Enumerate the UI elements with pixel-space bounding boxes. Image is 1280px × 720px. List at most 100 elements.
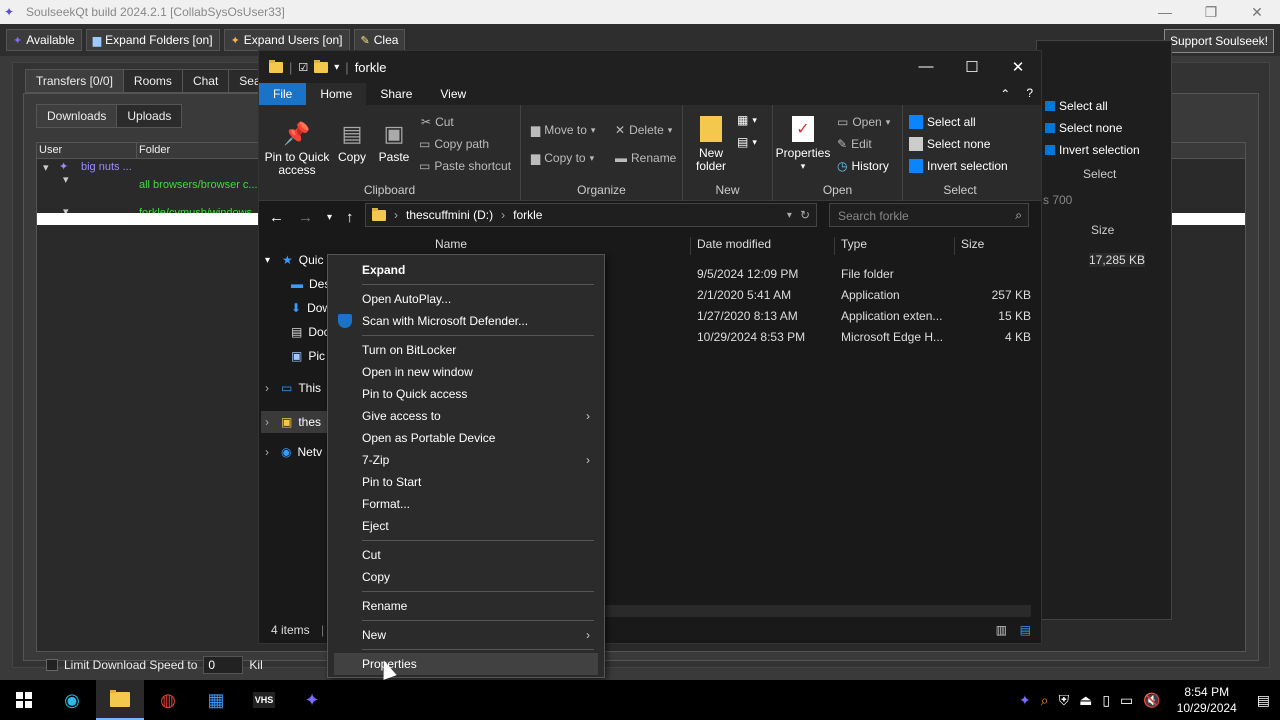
refresh-icon[interactable]: ↻ xyxy=(800,208,810,222)
nav-downloads[interactable]: ⬇ Dow xyxy=(291,301,331,315)
taskbar-soulseek[interactable]: ✦ xyxy=(288,680,336,720)
select-all-button[interactable]: Select all xyxy=(1045,99,1108,113)
background-search-box[interactable]: s 700 xyxy=(1043,193,1072,207)
chevron-down-icon[interactable]: ▾ xyxy=(334,62,339,73)
column-date-modified[interactable]: Date modified xyxy=(691,237,835,255)
clear-button[interactable]: ✎ Clea xyxy=(353,29,406,51)
menu-item-portable-device[interactable]: Open as Portable Device xyxy=(334,427,598,449)
taskbar-edge[interactable]: ◉ xyxy=(48,680,96,720)
edit-button[interactable]: ✎ Edit xyxy=(837,137,872,151)
expand-arrow-icon[interactable]: ▾ xyxy=(43,161,49,174)
close-icon[interactable]: ✕ xyxy=(1234,4,1280,21)
forward-arrow-icon[interactable]: → xyxy=(298,209,313,226)
notifications-icon[interactable]: ▤ xyxy=(1257,692,1270,709)
new-folder-icon[interactable] xyxy=(314,59,329,73)
menu-item-pin-quick-access[interactable]: Pin to Quick access xyxy=(334,383,598,405)
tab-chat[interactable]: Chat xyxy=(181,69,230,93)
breadcrumb-folder[interactable]: forkle xyxy=(513,208,542,222)
soulseek-tray-icon[interactable]: ✦ xyxy=(1019,692,1031,709)
menu-item-eject[interactable]: Eject xyxy=(334,515,598,537)
chevron-down-icon[interactable]: ▾ xyxy=(265,255,270,266)
battery-icon[interactable]: ▯ xyxy=(1102,692,1110,709)
chevron-right-icon[interactable]: › xyxy=(265,415,269,429)
chevron-down-icon[interactable]: ▾ xyxy=(787,210,792,221)
move-to-button[interactable]: ▆ Move to ▾ xyxy=(531,123,595,137)
menu-item-cut[interactable]: Cut xyxy=(334,544,598,566)
menu-item-pin-start[interactable]: Pin to Start xyxy=(334,471,598,493)
rename-button[interactable]: ▬ Rename xyxy=(615,151,676,165)
chevron-up-icon[interactable]: ⌃ xyxy=(992,83,1018,105)
maximize-icon[interactable]: ☐ xyxy=(949,58,995,76)
delete-button[interactable]: ✕ Delete ▾ xyxy=(615,123,672,137)
menu-item-give-access[interactable]: Give access to › xyxy=(334,405,598,427)
column-name[interactable]: Name xyxy=(419,237,691,255)
tab-downloads[interactable]: Downloads xyxy=(36,104,118,128)
paste-button[interactable]: ▣ Paste xyxy=(377,119,411,164)
search-input[interactable]: Search forkle ⌕ xyxy=(829,203,1029,227)
tab-rooms[interactable]: Rooms xyxy=(122,69,183,93)
menu-item-format[interactable]: Format... xyxy=(334,493,598,515)
nav-documents[interactable]: ▤ Doc xyxy=(291,325,330,339)
nav-desktop[interactable]: ▬ Des xyxy=(291,277,330,291)
chevron-right-icon[interactable]: › xyxy=(394,208,398,222)
usb-tray-icon[interactable]: ⏏ xyxy=(1079,692,1092,709)
close-icon[interactable]: ✕ xyxy=(995,58,1041,76)
minimize-icon[interactable]: — xyxy=(903,58,949,76)
speed-input[interactable] xyxy=(203,656,244,674)
paste-shortcut-button[interactable]: ▭ Paste shortcut xyxy=(419,159,511,173)
up-arrow-icon[interactable]: ↑ xyxy=(346,209,354,226)
column-size[interactable]: Size xyxy=(955,237,1025,255)
invert-selection-button[interactable]: Invert selection xyxy=(1045,143,1140,157)
open-button[interactable]: ▭ Open ▾ xyxy=(837,115,890,129)
easy-access-button[interactable]: ▤ ▾ xyxy=(737,135,757,149)
support-soulseek-button[interactable]: Support Soulseek! xyxy=(1163,29,1274,53)
cut-button[interactable]: ✂ Cut xyxy=(421,115,454,129)
restore-icon[interactable]: ❐ xyxy=(1188,4,1234,21)
nav-pictures[interactable]: ▣ Pic xyxy=(291,349,325,363)
expand-arrow-icon[interactable]: ▾ xyxy=(63,173,69,186)
help-icon[interactable]: ? xyxy=(1018,83,1041,105)
back-arrow-icon[interactable]: ← xyxy=(269,209,284,226)
taskbar-vhs[interactable]: VHS xyxy=(240,680,288,720)
breadcrumb-drive[interactable]: thescuffmini (D:) xyxy=(406,208,493,222)
nav-network[interactable]: › ◉ Netv xyxy=(265,445,322,459)
volume-muted-icon[interactable]: 🔇 xyxy=(1143,692,1160,709)
properties-check-icon[interactable]: ☑ xyxy=(298,61,308,74)
menu-item-bitlocker[interactable]: Turn on BitLocker xyxy=(334,339,598,361)
nav-drive[interactable]: › ▣ thes xyxy=(261,411,327,433)
address-bar[interactable]: › thescuffmini (D:) › forkle ▾ ↻ xyxy=(365,203,817,227)
tab-uploads[interactable]: Uploads xyxy=(116,104,183,128)
menu-item-new[interactable]: New › xyxy=(334,624,598,646)
taskbar-file-explorer[interactable] xyxy=(96,680,144,720)
new-item-button[interactable]: ▦ ▾ xyxy=(737,113,757,127)
tab-file[interactable]: File xyxy=(259,83,307,105)
minimize-icon[interactable]: — xyxy=(1142,4,1188,21)
column-user[interactable]: User xyxy=(37,143,137,158)
menu-item-open-new-window[interactable]: Open in new window xyxy=(334,361,598,383)
large-icons-view-icon[interactable]: ▤ xyxy=(1020,623,1031,637)
expand-folders-button[interactable]: ▆ Expand Folders [on] xyxy=(85,29,220,51)
status-button[interactable]: ✦ Available xyxy=(6,29,82,51)
menu-item-expand[interactable]: Expand xyxy=(334,259,598,281)
history-button[interactable]: ◷ History xyxy=(837,159,889,173)
nav-quick-access[interactable]: ▾ ★ Quic xyxy=(265,253,323,267)
menu-item-scan-defender[interactable]: Scan with Microsoft Defender... xyxy=(334,310,598,332)
network-tray-icon[interactable]: ▭ xyxy=(1120,692,1133,709)
invert-selection-button[interactable]: Invert selection xyxy=(909,159,1008,173)
chevron-right-icon[interactable]: › xyxy=(265,381,269,395)
new-folder-button[interactable]: New folder xyxy=(691,115,731,173)
taskbar-chrome[interactable]: ◍ xyxy=(144,680,192,720)
tab-home[interactable]: Home xyxy=(306,83,367,105)
tab-share[interactable]: Share xyxy=(366,83,426,105)
expand-users-button[interactable]: ✦ Expand Users [on] xyxy=(223,29,350,51)
menu-item-open-autoplay[interactable]: Open AutoPlay... xyxy=(334,288,598,310)
menu-item-rename[interactable]: Rename xyxy=(334,595,598,617)
select-all-button[interactable]: Select all xyxy=(909,115,976,129)
tab-transfers[interactable]: Transfers [0/0] xyxy=(25,69,124,93)
search-tray-icon[interactable]: ⌕ xyxy=(1041,692,1049,709)
recent-chevron-icon[interactable]: ▾ xyxy=(327,212,332,223)
copy-to-button[interactable]: ▆ Copy to ▾ xyxy=(531,151,594,165)
copy-path-button[interactable]: ▭ Copy path xyxy=(419,137,489,151)
pin-quick-access-button[interactable]: 📌 Pin to Quick access xyxy=(263,119,331,177)
column-type[interactable]: Type xyxy=(835,237,955,255)
